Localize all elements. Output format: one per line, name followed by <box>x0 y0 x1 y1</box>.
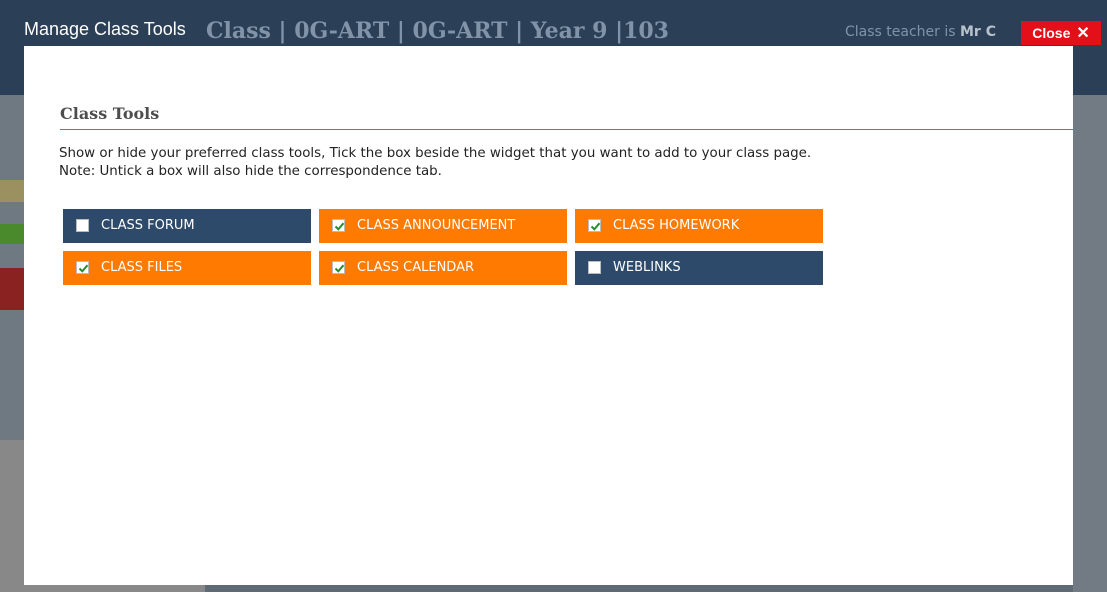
checkbox-checked[interactable] <box>588 219 601 232</box>
tool-class-homework[interactable]: CLASS HOMEWORK <box>575 209 823 243</box>
background-tag <box>0 180 24 202</box>
teacher-prefix: Class teacher is <box>845 24 956 40</box>
checkbox[interactable] <box>76 219 89 232</box>
modal-title: Manage Class Tools <box>24 19 186 39</box>
description: Show or hide your preferred class tools,… <box>59 145 811 181</box>
description-line-1: Show or hide your preferred class tools,… <box>59 146 812 161</box>
close-label: Close <box>1032 25 1071 41</box>
tool-label: CLASS CALENDAR <box>357 260 475 275</box>
tool-label: CLASS FORUM <box>101 218 195 233</box>
background-right-strip <box>1073 95 1107 592</box>
tool-class-files[interactable]: CLASS FILES <box>63 251 311 285</box>
tool-weblinks[interactable]: WEBLINKS <box>575 251 823 285</box>
background-teacher-info: Class teacher is Mr C <box>845 24 996 40</box>
close-button[interactable]: Close ✕ <box>1021 21 1101 45</box>
teacher-name: Mr C <box>960 24 996 40</box>
checkbox-checked[interactable] <box>332 219 345 232</box>
close-icon: ✕ <box>1076 25 1090 42</box>
tool-label: WEBLINKS <box>613 260 681 275</box>
tool-label: CLASS HOMEWORK <box>613 218 740 233</box>
background-tag <box>0 268 24 310</box>
tool-class-forum[interactable]: CLASS FORUM <box>63 209 311 243</box>
background-tag <box>0 128 24 148</box>
tool-class-announcement[interactable]: CLASS ANNOUNCEMENT <box>319 209 567 243</box>
background-tag <box>0 224 24 244</box>
description-line-2: Note: Untick a box will also hide the co… <box>59 164 442 179</box>
tool-label: CLASS ANNOUNCEMENT <box>357 218 516 233</box>
background-class-title: Class | 0G-ART | 0G-ART | Year 9 |103 <box>206 18 669 44</box>
section-title: Class Tools <box>60 104 1073 130</box>
checkbox-checked[interactable] <box>76 261 89 274</box>
checkbox-checked[interactable] <box>332 261 345 274</box>
tool-label: CLASS FILES <box>101 260 183 275</box>
tool-class-calendar[interactable]: CLASS CALENDAR <box>319 251 567 285</box>
checkbox[interactable] <box>588 261 601 274</box>
background-tag <box>0 372 24 402</box>
